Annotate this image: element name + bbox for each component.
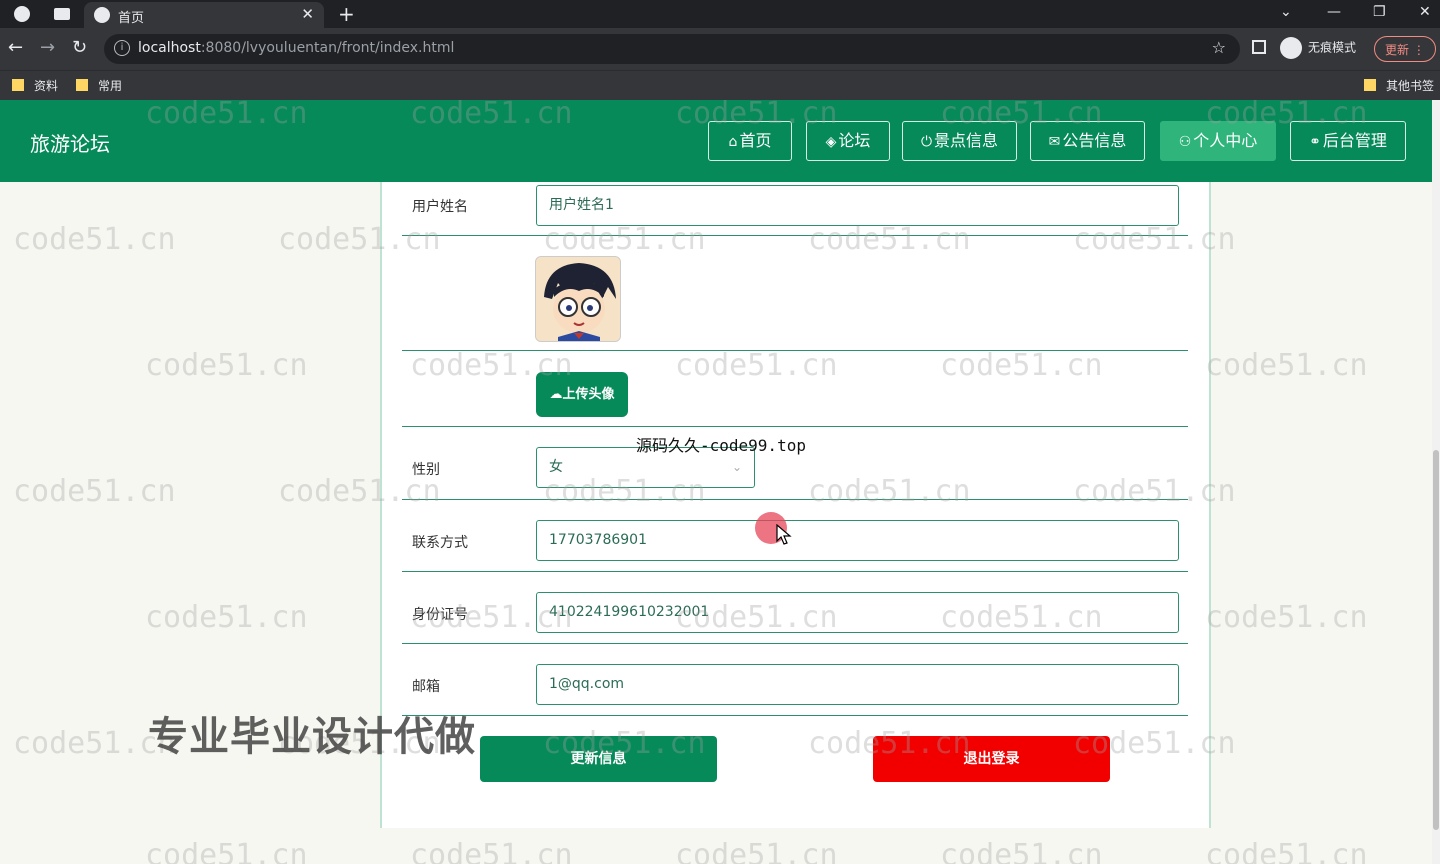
upload-avatar-button[interactable]: ☁上传头像	[536, 372, 628, 417]
user-icon: ⚇	[1178, 134, 1192, 150]
bookmark-label: 资料	[34, 79, 59, 93]
divider	[402, 643, 1188, 644]
divider	[402, 499, 1188, 500]
globe-icon	[94, 7, 110, 23]
scrollbar[interactable]	[1432, 100, 1440, 864]
folder-icon	[1364, 79, 1376, 91]
id-number-input[interactable]: 410224199610232001	[536, 592, 1179, 633]
update-button[interactable]: 更新 ⋮	[1374, 36, 1436, 62]
email-label: 邮箱	[412, 679, 440, 695]
star-icon[interactable]: ☆	[1212, 38, 1226, 57]
nav-label: 后台管理	[1322, 131, 1387, 150]
mail-icon: ✉	[1048, 134, 1061, 150]
info-icon[interactable]: i	[114, 40, 130, 56]
watermark-text: code51.cn	[410, 838, 573, 864]
minimize-icon[interactable]: —	[1327, 4, 1341, 20]
divider	[402, 571, 1188, 572]
bookmark-folder[interactable]: 资料	[12, 77, 58, 94]
close-tab-icon[interactable]: ✕	[301, 5, 314, 23]
bookmark-label: 常用	[98, 79, 123, 93]
chevron-down-icon[interactable]: ⌄	[1280, 4, 1292, 20]
nav-profile[interactable]: ⚇ 个人中心	[1160, 121, 1276, 161]
divider	[402, 715, 1188, 716]
cursor-icon	[776, 524, 792, 545]
site-header: 旅游论坛 ⌂ 首页 ◈ 论坛 ⏻ 景点信息 ✉ 公告信息 ⚇ 个人中心 ⚭ 后台管理	[0, 100, 1432, 182]
url-host: localhost	[138, 40, 201, 56]
gender-value: 女	[549, 459, 563, 475]
watermark-text: code51.cn	[145, 600, 308, 635]
folder-icon	[12, 79, 24, 91]
update-info-button[interactable]: 更新信息	[480, 736, 717, 782]
address-bar-row: ← → ↻ i localhost:8080/lvyouluentan/fron…	[0, 28, 1440, 70]
incognito-indicator[interactable]: 无痕模式	[1280, 37, 1356, 59]
chrome-icon[interactable]	[14, 6, 30, 22]
incognito-icon	[1280, 37, 1302, 59]
logout-button[interactable]: 退出登录	[873, 736, 1110, 782]
watermark-source: 源码久久-code99.top	[636, 436, 806, 455]
name-input[interactable]: 用户姓名1	[536, 185, 1179, 226]
id-number-label: 身份证号	[412, 607, 468, 623]
watermark-text: code51.cn	[940, 838, 1103, 864]
forward-icon[interactable]: →	[40, 37, 55, 58]
email-input[interactable]: 1@qq.com	[536, 664, 1179, 705]
ad-watermark: 专业毕业设计代做	[148, 714, 476, 760]
url-input[interactable]: i localhost:8080/lvyouluentan/front/inde…	[104, 34, 1240, 64]
incognito-label: 无痕模式	[1308, 40, 1357, 55]
folder-icon	[76, 79, 88, 91]
name-label: 用户姓名	[412, 199, 468, 215]
watermark-text: code51.cn	[1205, 348, 1368, 383]
watermark-text: code51.cn	[145, 348, 308, 383]
close-window-icon[interactable]: ✕	[1419, 4, 1431, 20]
other-bookmarks[interactable]: 其他书签	[1364, 77, 1434, 94]
phone-input[interactable]: 17703786901	[536, 520, 1179, 561]
window-icon[interactable]	[54, 8, 70, 20]
watermark-text: code51.cn	[1205, 838, 1368, 864]
gender-label: 性别	[412, 462, 440, 478]
nav-home[interactable]: ⌂ 首页	[708, 121, 792, 161]
bookmarks-bar: 资料 常用 其他书签	[0, 70, 1440, 100]
tab-title: 首页	[118, 11, 145, 26]
nav-label: 个人中心	[1193, 131, 1258, 150]
watermark-text: code51.cn	[1205, 600, 1368, 635]
watermark-text: code51.cn	[145, 838, 308, 864]
nav-forum[interactable]: ◈ 论坛	[806, 121, 890, 161]
browser-tab[interactable]: 首页 ✕	[84, 2, 324, 28]
site-title[interactable]: 旅游论坛	[30, 128, 110, 157]
back-icon[interactable]: ←	[8, 37, 23, 58]
bookmark-folder[interactable]: 常用	[76, 77, 122, 94]
restore-icon[interactable]: ❐	[1373, 4, 1386, 20]
bookmark-label: 其他书签	[1386, 79, 1435, 93]
nav-label: 公告信息	[1062, 131, 1127, 150]
avatar	[535, 256, 621, 342]
layers-icon: ◈	[825, 134, 837, 150]
side-panel-icon[interactable]	[1252, 40, 1266, 54]
nav-label: 景点信息	[934, 131, 999, 150]
upload-label: 上传头像	[562, 387, 615, 402]
power-icon: ⏻	[920, 134, 933, 150]
link-icon: ⚭	[1309, 134, 1321, 150]
divider	[402, 426, 1188, 427]
nav-attractions[interactable]: ⏻ 景点信息	[902, 121, 1017, 161]
cloud-upload-icon: ☁	[549, 387, 563, 402]
nav-announcements[interactable]: ✉ 公告信息	[1030, 121, 1145, 161]
url-path: :8080/lvyouluentan/front/index.html	[200, 40, 455, 56]
update-label: 更新	[1385, 43, 1410, 57]
profile-form: 用户姓名 用户姓名1 ☁上传头像 性别 女 ⌄ 联系方式 17703786901 …	[380, 182, 1211, 828]
browser-tab-bar: 首页 ✕ + ⌄ — ❐ ✕	[0, 0, 1440, 28]
divider	[402, 350, 1188, 351]
watermark-text: code51.cn	[13, 222, 176, 257]
watermark-text: code51.cn	[13, 474, 176, 509]
home-icon: ⌂	[728, 134, 738, 150]
nav-label: 论坛	[838, 131, 871, 150]
watermark-text: code51.cn	[675, 838, 838, 864]
scrollbar-thumb[interactable]	[1433, 450, 1439, 830]
phone-label: 联系方式	[412, 535, 468, 551]
nav-label: 首页	[739, 131, 772, 150]
new-tab-icon[interactable]: +	[338, 2, 355, 26]
reload-icon[interactable]: ↻	[72, 37, 87, 58]
divider	[402, 235, 1188, 236]
nav-admin[interactable]: ⚭ 后台管理	[1290, 121, 1406, 161]
